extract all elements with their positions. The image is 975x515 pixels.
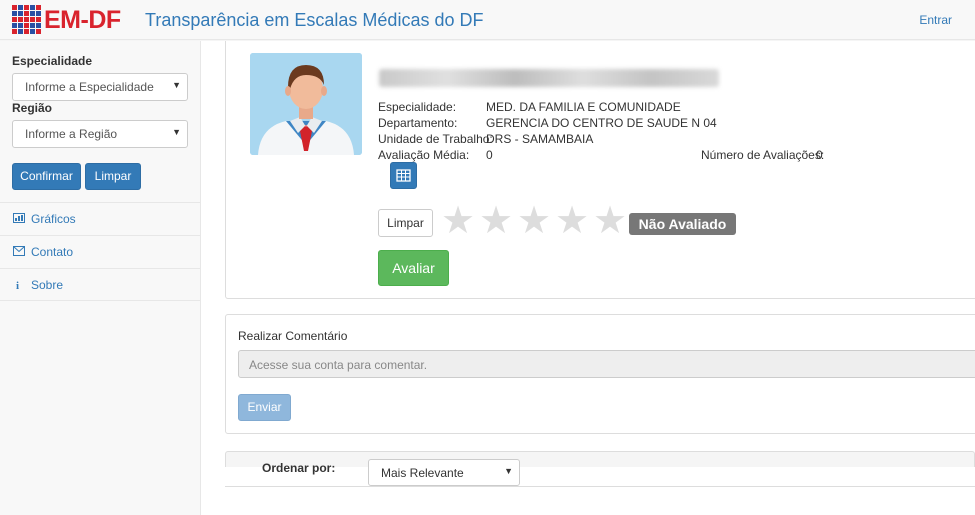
ratings-table-button[interactable] (390, 162, 417, 189)
star-icon-2[interactable]: ★ (477, 201, 515, 241)
sort-select-value: Mais Relevante (381, 466, 464, 480)
info-icon: i (16, 280, 20, 292)
specialty-field-value: MED. DA FAMILIA E COMUNIDADE (486, 100, 681, 114)
confirm-button[interactable]: Confirmar (12, 163, 81, 190)
region-label: Região (12, 101, 53, 115)
average-field-value: 0 (486, 148, 493, 162)
sidebar-item-label: Sobre (31, 278, 64, 292)
sidebar-item-label: Gráficos (31, 212, 76, 226)
bar-chart-icon (13, 213, 27, 226)
doctor-avatar-icon (250, 53, 362, 155)
caret-down-icon: ▼ (504, 466, 513, 476)
star-icon-5[interactable]: ★ (591, 201, 629, 241)
sidebar: Especialidade Informe a Especialidade ▼ … (0, 41, 201, 515)
sort-bar-divider (225, 486, 975, 487)
count-field-value: 0 (816, 148, 823, 162)
average-field-label: Avaliação Média: (378, 148, 470, 162)
star-icon-4[interactable]: ★ (553, 201, 591, 241)
specialty-label: Especialidade (12, 54, 93, 68)
sort-label: Ordenar por: (262, 461, 336, 475)
specialty-field-label: Especialidade: (378, 100, 457, 114)
comment-panel: Realizar Comentário Acesse sua conta par… (225, 314, 975, 434)
unit-field-label: Unidade de Trabalho: (378, 132, 493, 146)
app-title[interactable]: Transparência em Escalas Médicas do DF (145, 10, 483, 31)
clear-rating-button[interactable]: Limpar (378, 209, 433, 237)
comment-input[interactable]: Acesse sua conta para comentar. (238, 350, 975, 378)
caret-down-icon: ▼ (172, 80, 181, 90)
sidebar-item-sobre[interactable]: i Sobre (0, 268, 200, 301)
unit-field-value: DRS - SAMAMBAIA (486, 132, 594, 146)
specialty-select-value: Informe a Especialidade (25, 80, 154, 94)
envelope-icon (13, 246, 27, 259)
region-select[interactable]: Informe a Região ▼ (12, 120, 188, 148)
region-select-value: Informe a Região (25, 127, 118, 141)
send-comment-button[interactable]: Enviar (238, 394, 291, 421)
rating-status-badge: Não Avaliado (629, 213, 736, 235)
comment-label: Realizar Comentário (238, 329, 348, 343)
department-field-label: Departamento: (378, 116, 458, 130)
sort-bar (225, 451, 975, 467)
login-link[interactable]: Entrar (919, 13, 952, 27)
logo-grid-icon (12, 5, 42, 35)
sidebar-item-label: Contato (31, 245, 74, 259)
logo[interactable]: EM-DF (12, 5, 121, 35)
star-icon-3[interactable]: ★ (515, 201, 553, 241)
caret-down-icon: ▼ (172, 127, 181, 137)
sidebar-item-contato[interactable]: Contato (0, 235, 200, 268)
main-content: Especialidade: MED. DA FAMILIA E COMUNID… (201, 41, 975, 515)
specialty-select[interactable]: Informe a Especialidade ▼ (12, 73, 188, 101)
department-field-value: GERENCIA DO CENTRO DE SAUDE N 04 (486, 116, 717, 130)
logo-text: EM-DF (44, 5, 121, 34)
count-field-label: Número de Avaliações: (701, 148, 825, 162)
top-navbar: EM-DF Transparência em Escalas Médicas d… (0, 0, 975, 40)
sidebar-item-graficos[interactable]: Gráficos (0, 202, 200, 235)
doctor-avatar (250, 53, 362, 155)
table-icon (396, 169, 411, 182)
clear-filters-button[interactable]: Limpar (85, 163, 141, 190)
evaluate-button[interactable]: Avaliar (378, 250, 449, 286)
star-icon-1[interactable]: ★ (439, 201, 477, 241)
doctor-card: Especialidade: MED. DA FAMILIA E COMUNID… (225, 41, 975, 299)
doctor-name-redacted (379, 69, 719, 87)
sort-select[interactable]: Mais Relevante ▼ (368, 459, 520, 486)
star-rating: ★ ★ ★ ★ ★ (439, 201, 629, 241)
